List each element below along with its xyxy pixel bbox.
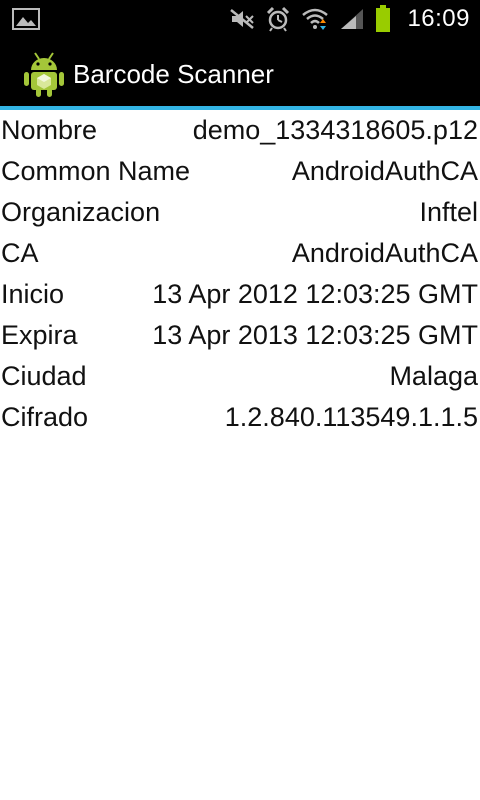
- image-notification-icon[interactable]: [12, 7, 40, 31]
- detail-label: Inicio: [1, 279, 65, 309]
- wifi-icon: [301, 6, 329, 32]
- detail-value: AndroidAuthCA: [291, 238, 478, 268]
- detail-value: 13 Apr 2013 12:03:25 GMT: [152, 320, 478, 350]
- detail-label: Expira: [1, 320, 78, 350]
- detail-row-nombre: Nombre demo_1334318605.p12: [0, 110, 480, 151]
- app-title: Barcode Scanner: [73, 59, 274, 89]
- detail-label: Common Name: [1, 156, 191, 186]
- alarm-clock-icon: [265, 6, 291, 32]
- detail-value: Inftel: [419, 197, 478, 227]
- detail-label: Nombre: [1, 115, 98, 145]
- detail-value: AndroidAuthCA: [291, 156, 478, 186]
- status-time: 16:09: [407, 5, 470, 32]
- status-bar: 16:09: [0, 0, 480, 38]
- detail-value: Malaga: [389, 361, 478, 391]
- detail-row-inicio: Inicio 13 Apr 2012 12:03:25 GMT: [0, 274, 480, 315]
- detail-row-cifrado: Cifrado 1.2.840.113549.1.1.5: [0, 397, 480, 438]
- detail-row-ciudad: Ciudad Malaga: [0, 356, 480, 397]
- detail-label: CA: [1, 238, 39, 268]
- signal-icon: [339, 7, 365, 31]
- android-robot-icon[interactable]: [20, 50, 68, 98]
- detail-row-ca: CA AndroidAuthCA: [0, 233, 480, 274]
- detail-value: demo_1334318605.p12: [192, 115, 478, 145]
- certificate-details: Nombre demo_1334318605.p12 Common Name A…: [0, 110, 480, 438]
- detail-row-expira: Expira 13 Apr 2013 12:03:25 GMT: [0, 315, 480, 356]
- detail-row-common-name: Common Name AndroidAuthCA: [0, 151, 480, 192]
- detail-value: 1.2.840.113549.1.1.5: [224, 402, 478, 432]
- action-bar: Barcode Scanner: [0, 38, 480, 106]
- battery-icon: [375, 5, 391, 33]
- detail-label: Cifrado: [1, 402, 89, 432]
- detail-label: Organizacion: [1, 197, 161, 227]
- detail-row-organizacion: Organizacion Inftel: [0, 192, 480, 233]
- muted-speaker-icon: [229, 7, 255, 31]
- detail-value: 13 Apr 2012 12:03:25 GMT: [152, 279, 478, 309]
- status-icons: 16:09: [229, 0, 470, 38]
- detail-label: Ciudad: [1, 361, 87, 391]
